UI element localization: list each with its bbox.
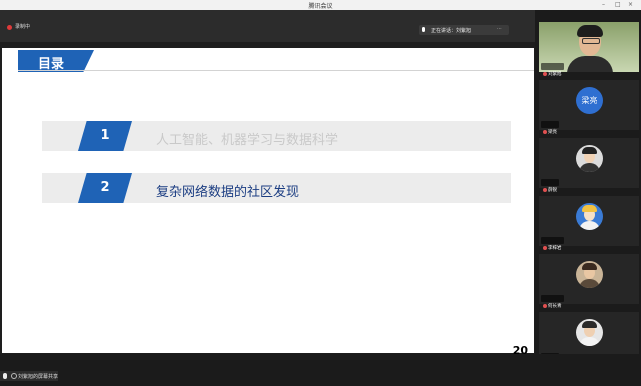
toc-item-1: 1 人工智能、机器学习与数据科学 <box>42 121 511 151</box>
toc-item-number: 1 <box>78 121 132 151</box>
window-title: 腾讯会议 <box>308 3 333 10</box>
toc-item-number: 2 <box>78 173 132 203</box>
bottom-bar: 刘紫旭的屏幕共享 <box>0 354 641 386</box>
recording-icon <box>7 25 12 30</box>
participant-name: 刘紫旭 <box>548 71 562 77</box>
recording-label: 录制中 <box>15 24 31 30</box>
minimize-icon[interactable]: – <box>602 1 605 8</box>
presentation-toolbar: 录制中 正在讲话：刘紫旭 ··· <box>0 10 535 42</box>
toc-header: 目录 <box>18 50 94 72</box>
participant-tag: 薛锐 <box>541 179 559 193</box>
participant-tag: 何长青 <box>541 295 564 309</box>
mic-muted-icon <box>543 129 547 134</box>
avatar: 梁亮 <box>576 87 603 114</box>
presentation-area: 录制中 正在讲话：刘紫旭 ··· 目录 1 人工智能、机器学习与数据科学 2 复… <box>0 10 535 357</box>
speaking-name: 刘紫旭 <box>456 28 472 34</box>
microphone-icon <box>3 373 7 379</box>
share-icon <box>11 373 17 379</box>
toc-item-2: 2 复杂网络数据的社区发现 <box>42 173 511 203</box>
toc-item-text: 复杂网络数据的社区发现 <box>156 185 300 200</box>
avatar <box>576 145 603 172</box>
participant-tile[interactable]: 薛锐 <box>539 138 639 193</box>
participant-list: 刘紫旭 梁亮 梁亮 薛锐 李梓岩 何长青 齐阳 <box>535 10 641 367</box>
mic-muted-icon <box>543 245 547 250</box>
avatar <box>576 203 603 230</box>
toolbar-more-icon[interactable]: ··· <box>497 26 502 32</box>
avatar <box>576 261 603 288</box>
toc-item-text: 人工智能、机器学习与数据科学 <box>156 133 339 148</box>
participant-tile[interactable]: 梁亮 梁亮 <box>539 80 639 135</box>
shared-slide: 目录 1 人工智能、机器学习与数据科学 2 复杂网络数据的社区发现 20 <box>2 48 534 357</box>
participant-name: 何长青 <box>548 303 562 309</box>
participant-tile[interactable]: 李梓岩 <box>539 196 639 251</box>
participant-name: 李梓岩 <box>548 245 562 251</box>
speaking-indicator: 正在讲话：刘紫旭 <box>419 25 509 35</box>
participant-name: 薛锐 <box>548 187 557 193</box>
speaking-label: 正在讲话： <box>431 28 457 34</box>
microphone-icon <box>422 27 425 32</box>
participant-tile[interactable]: 刘紫旭 <box>539 22 639 77</box>
participant-tag: 李梓岩 <box>541 237 564 251</box>
participant-tag: 梁亮 <box>541 121 559 135</box>
participant-tag: 刘紫旭 <box>541 63 564 77</box>
title-divider <box>18 70 534 71</box>
screen-share-indicator[interactable]: 刘紫旭的屏幕共享 <box>0 371 58 381</box>
maximize-icon[interactable]: □ <box>615 1 621 8</box>
close-icon[interactable]: × <box>628 1 633 8</box>
mic-muted-icon <box>543 303 547 308</box>
participant-tile[interactable]: 何长青 <box>539 254 639 309</box>
avatar <box>576 319 603 346</box>
screen-share-label: 刘紫旭的屏幕共享 <box>18 374 59 380</box>
mic-muted-icon <box>543 187 547 192</box>
mic-muted-icon <box>543 71 547 76</box>
participant-name: 梁亮 <box>548 129 557 135</box>
